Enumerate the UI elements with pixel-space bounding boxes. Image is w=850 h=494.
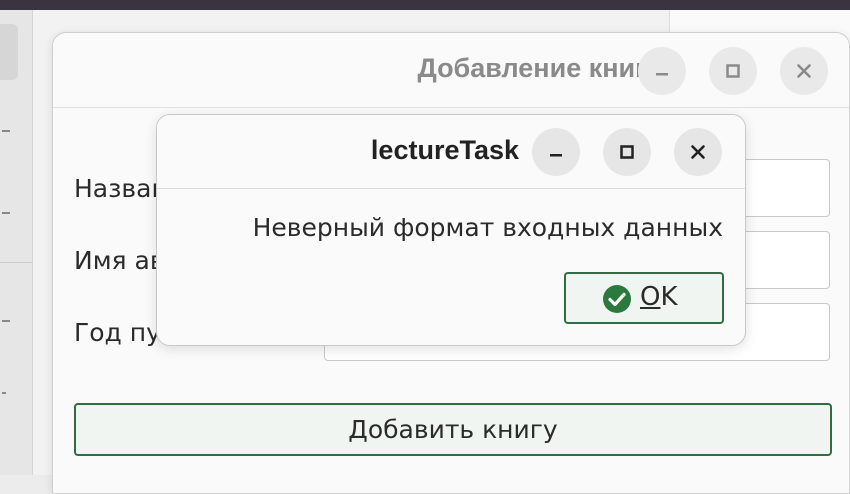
dialog-minimize-button[interactable]: [532, 128, 580, 176]
close-icon: [691, 145, 705, 159]
maximize-icon: [726, 64, 740, 78]
add-book-button[interactable]: Добавить книгу: [74, 403, 832, 456]
top-bar: [0, 0, 850, 10]
minimize-icon: [656, 73, 668, 76]
dialog-header: lectureTask: [157, 115, 745, 189]
close-icon: [797, 64, 811, 78]
minimize-button[interactable]: [638, 47, 686, 95]
checkmark-circle-icon: [603, 285, 631, 313]
window-title: Добавление книги: [417, 53, 664, 83]
minimize-icon: [550, 154, 562, 157]
maximize-icon: [620, 145, 634, 159]
dialog-close-button[interactable]: [674, 128, 722, 176]
window-header: Добавление книги: [53, 33, 849, 108]
maximize-button[interactable]: [709, 47, 757, 95]
background-sidebar-divider: [0, 262, 32, 263]
dialog-title: lectureTask: [370, 135, 519, 165]
ok-label: OK: [640, 282, 678, 312]
background-sidebar-selected: [0, 24, 18, 80]
background-sidebar-mark: [2, 212, 10, 214]
ok-button[interactable]: OK: [564, 272, 724, 324]
background-sidebar-mark: [2, 320, 10, 322]
error-message: Неверный формат входных данных: [252, 213, 723, 242]
background-sidebar-mark: [2, 130, 10, 132]
dialog-maximize-button[interactable]: [603, 128, 651, 176]
background-sidebar-mark: [2, 392, 6, 394]
error-dialog: lectureTask Неверный формат входных данн…: [156, 114, 746, 346]
close-button[interactable]: [780, 47, 828, 95]
